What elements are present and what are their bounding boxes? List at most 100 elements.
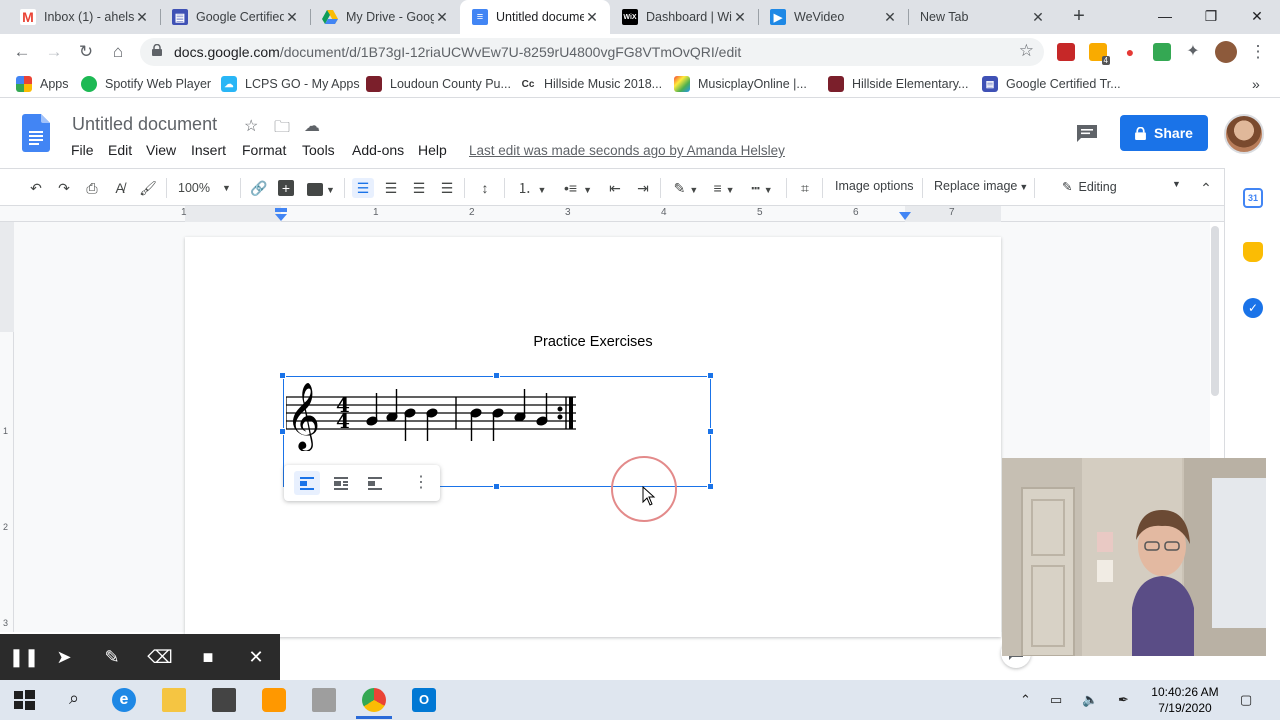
close-window-button[interactable]: ✕	[1234, 0, 1280, 32]
menu-tools[interactable]: Tools	[302, 142, 335, 158]
link-icon[interactable]: 🔗	[248, 178, 270, 198]
break-text-button[interactable]	[362, 471, 388, 495]
taskbar-clock[interactable]: 10:40:26 AM 7/19/2020	[1140, 684, 1230, 716]
home-button[interactable]: ⌂	[106, 40, 130, 64]
extension-icon[interactable]: 4	[1089, 43, 1110, 65]
tab-untitled-document[interactable]: ≡ Untitled docume ✕	[460, 0, 610, 34]
resize-handle[interactable]	[279, 372, 286, 379]
increase-indent-icon[interactable]: ⇥	[632, 178, 654, 198]
numbered-list-icon[interactable]: ⒈ ▼	[512, 178, 552, 198]
edge-browser-icon[interactable]: e	[112, 688, 136, 712]
menu-edit[interactable]: Edit	[108, 142, 132, 158]
bookmark-loudoun-county[interactable]: Loudoun County Pu...	[366, 75, 511, 93]
paint-format-icon[interactable]: 🖌	[138, 178, 158, 198]
border-dash-icon[interactable]: ┅ ▼	[746, 178, 778, 198]
menu-view[interactable]: View	[146, 142, 176, 158]
border-weight-icon[interactable]: ≡ ▼	[708, 178, 740, 198]
restore-button[interactable]: ❐	[1188, 0, 1234, 32]
notifications-icon[interactable]: ▢	[1240, 692, 1252, 708]
new-tab-button[interactable]: +	[1068, 5, 1090, 27]
document-title[interactable]: Untitled document	[72, 114, 217, 135]
reload-button[interactable]: ↻	[74, 40, 98, 64]
back-button[interactable]: ←	[10, 40, 34, 64]
eraser-icon[interactable]: ⌫	[136, 634, 184, 680]
resize-handle[interactable]	[493, 372, 500, 379]
pen-icon[interactable]: ✒	[1118, 692, 1129, 708]
menu-insert[interactable]: Insert	[191, 142, 226, 158]
keep-icon[interactable]	[1243, 242, 1263, 262]
align-right-icon[interactable]: ☰	[408, 178, 430, 198]
bookmark-google-certified[interactable]: ▤ Google Certified Tr...	[982, 75, 1121, 93]
image-options-button[interactable]: Image options	[835, 179, 914, 193]
redo-icon[interactable]: ↷	[54, 178, 74, 198]
zoom-select[interactable]: 100% ▼	[178, 178, 232, 198]
resize-handle[interactable]	[279, 428, 286, 435]
menu-help[interactable]: Help	[418, 142, 447, 158]
menu-format[interactable]: Format	[242, 142, 286, 158]
document-page[interactable]: Practice Exercises 𝄞 4 4 ⋮	[185, 237, 1001, 637]
wrap-text-button[interactable]	[328, 471, 354, 495]
tab-wix-dashboard[interactable]: WiX Dashboard | Wi ✕	[610, 0, 758, 34]
more-options-icon[interactable]: ⋮	[408, 471, 434, 495]
checklist-extension-icon[interactable]	[1153, 43, 1171, 61]
right-indent-marker-icon[interactable]	[899, 212, 911, 220]
star-icon[interactable]: ☆	[244, 116, 258, 136]
close-icon[interactable]: ✕	[732, 9, 748, 26]
menu-file[interactable]: File	[71, 142, 94, 158]
chrome-menu-icon[interactable]: ⋮	[1246, 40, 1270, 64]
move-folder-icon[interactable]: 🗀	[274, 116, 290, 143]
bookmark-spotify[interactable]: Spotify Web Player	[81, 75, 211, 93]
volume-icon[interactable]: 🔈	[1082, 692, 1098, 708]
indent-marker-icon[interactable]	[275, 208, 287, 222]
tab-new-tab[interactable]: New Tab ✕	[908, 0, 1056, 34]
bookmark-lcps-go[interactable]: ☁ LCPS GO - My Apps	[221, 75, 360, 93]
tasks-icon[interactable]: ✓	[1243, 298, 1263, 318]
close-icon[interactable]: ✕	[232, 634, 280, 680]
collapse-menus-icon[interactable]: ⌃	[1196, 178, 1216, 198]
align-center-icon[interactable]: ☰	[380, 178, 402, 198]
bookmark-apps[interactable]: Apps	[16, 75, 69, 93]
calendar-icon[interactable]: 31	[1243, 188, 1263, 208]
resize-handle[interactable]	[707, 428, 714, 435]
resize-handle[interactable]	[707, 483, 714, 490]
store-icon[interactable]	[212, 688, 236, 712]
account-avatar[interactable]	[1224, 114, 1264, 154]
resize-handle[interactable]	[707, 372, 714, 379]
address-bar[interactable]: docs.google.com/document/d/1B73gI-12riaU…	[140, 38, 1044, 66]
tab-google-certified[interactable]: ▤ Google Certified ✕	[160, 0, 310, 34]
pointer-tool-icon[interactable]: ➤	[40, 634, 88, 680]
tab-my-drive[interactable]: My Drive - Goog ✕	[310, 0, 460, 34]
search-icon[interactable]: ⌕	[62, 688, 86, 712]
close-icon[interactable]: ✕	[882, 9, 898, 26]
bulleted-list-icon[interactable]: •≡ ▼	[558, 178, 598, 198]
tab-wevideo[interactable]: ▶ WeVideo ✕	[758, 0, 908, 34]
profile-avatar[interactable]	[1215, 41, 1237, 63]
bookmark-star-icon[interactable]: ☆	[1019, 41, 1034, 61]
align-left-icon[interactable]: ☰	[352, 178, 374, 198]
last-edit-link[interactable]: Last edit was made seconds ago by Amanda…	[469, 143, 785, 158]
close-icon[interactable]: ✕	[134, 9, 150, 26]
comment-history-icon[interactable]	[1076, 124, 1098, 142]
vertical-scrollbar[interactable]	[1211, 226, 1219, 396]
add-comment-icon[interactable]: +	[276, 178, 296, 198]
close-icon[interactable]: ✕	[284, 9, 300, 26]
pen-tool-icon[interactable]: ✎	[88, 634, 136, 680]
battery-icon[interactable]: ▭	[1050, 692, 1062, 708]
document-heading[interactable]: Practice Exercises	[185, 334, 1001, 350]
insert-image-icon[interactable]: ▼	[304, 178, 338, 198]
bookmark-musicplayonline[interactable]: MusicplayOnline |...	[674, 75, 807, 93]
close-icon[interactable]: ✕	[584, 9, 600, 26]
decrease-indent-icon[interactable]: ⇤	[604, 178, 626, 198]
share-button[interactable]: Share	[1120, 115, 1208, 151]
webcam-overlay[interactable]	[1002, 458, 1266, 656]
menu-add-ons[interactable]: Add-ons	[352, 142, 404, 158]
webcam-toggle-icon[interactable]: ■	[184, 634, 232, 680]
app-icon[interactable]	[312, 688, 336, 712]
border-color-icon[interactable]: ✎ ▼	[670, 178, 702, 198]
editing-mode-select[interactable]: ✎ Editing ▼	[1062, 179, 1186, 194]
spellcheck-icon[interactable]: A̸	[110, 178, 130, 198]
media-player-icon[interactable]	[262, 688, 286, 712]
file-explorer-icon[interactable]	[162, 688, 186, 712]
in-line-wrap-button[interactable]	[294, 471, 320, 495]
record-extension-icon[interactable]: ●	[1121, 43, 1139, 61]
